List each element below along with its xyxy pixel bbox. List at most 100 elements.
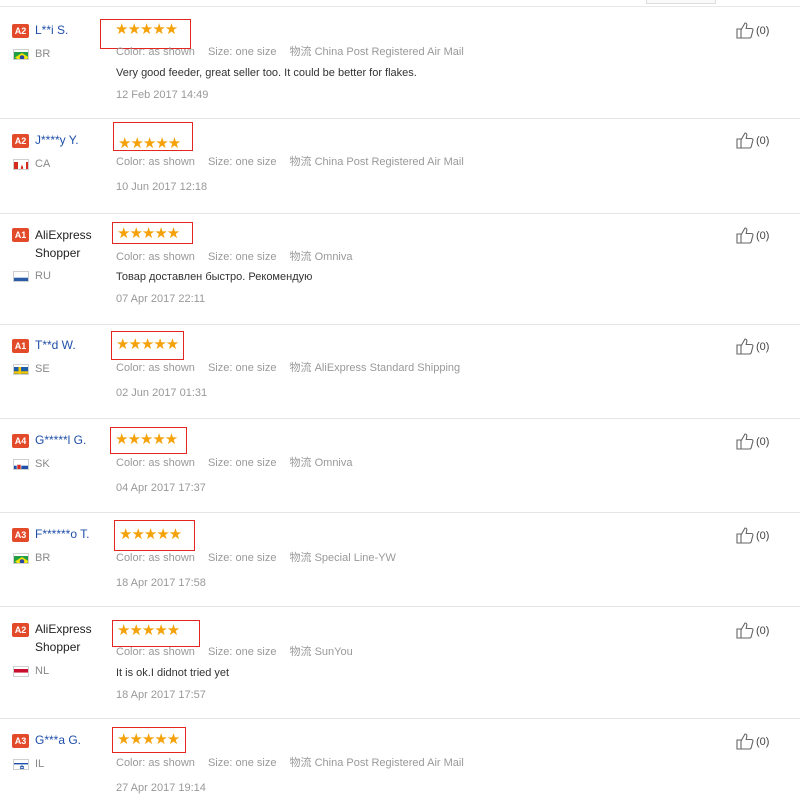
review-attributes: Color: as shown Size: one size 物流 AliExp… xyxy=(116,359,470,375)
color-value: as shown xyxy=(148,757,195,769)
helpful-count: (0) xyxy=(756,134,770,147)
color-label: Color: xyxy=(116,46,146,58)
buyer-name: AliExpress Shopper xyxy=(35,622,92,654)
size-label: Size: xyxy=(207,457,233,469)
buyer-name-link[interactable]: L**i S. xyxy=(35,21,107,39)
review-attributes: Color: as shown Size: one size 物流 Omniva xyxy=(116,248,363,264)
logistics-label: 物流 xyxy=(289,552,312,564)
size-label: Size: xyxy=(207,362,233,374)
buyer-name-link[interactable]: T**d W. xyxy=(35,336,107,354)
star-rating: ★★★★★ xyxy=(118,134,181,152)
logistics-label: 物流 xyxy=(289,646,312,658)
rating-highlight-box: ★★★★★ xyxy=(114,520,195,551)
logistics-value: Omniva xyxy=(314,457,353,469)
flag-il-icon xyxy=(13,759,29,770)
thumbs-up-icon xyxy=(736,622,754,639)
buyer-name-link[interactable]: J****y Y. xyxy=(35,131,107,149)
logistics-value: Special Line-YW xyxy=(314,552,396,564)
color-value: as shown xyxy=(148,552,195,564)
size-label: Size: xyxy=(207,757,233,769)
flag-br-icon xyxy=(13,553,29,564)
size-value: one size xyxy=(235,156,277,168)
flag-se-icon xyxy=(13,364,29,375)
color-label: Color: xyxy=(116,156,146,168)
review-attributes: Color: as shown Size: one size 物流 China … xyxy=(116,43,474,59)
top-tab-edge xyxy=(646,0,716,4)
star-rating: ★★★★★ xyxy=(116,335,179,353)
helpful-button[interactable]: (0) xyxy=(736,527,769,544)
buyer-level-badge: A1 xyxy=(12,339,29,353)
buyer-country: RU xyxy=(35,270,51,282)
buyer-name: AliExpress Shopper xyxy=(35,228,92,260)
review-comment: Very good feeder, great seller too. It c… xyxy=(116,67,417,79)
buyer-level-badge: A2 xyxy=(12,134,29,148)
review-date: 12 Feb 2017 14:49 xyxy=(116,89,209,101)
helpful-button[interactable]: (0) xyxy=(736,132,769,149)
helpful-button[interactable]: (0) xyxy=(736,338,769,355)
size-label: Size: xyxy=(207,156,233,168)
helpful-button[interactable]: (0) xyxy=(736,733,769,750)
buyer-country: BR xyxy=(35,552,51,564)
star-rating: ★★★★★ xyxy=(115,20,178,38)
review-item: A1 T**d W. SE ★★★★★ Color: as shown Size… xyxy=(0,324,800,419)
logistics-value: SunYou xyxy=(314,646,353,658)
buyer-name-link[interactable]: G***a G. xyxy=(35,731,107,749)
logistics-label: 物流 xyxy=(289,457,312,469)
review-attributes: Color: as shown Size: one size 物流 Omniva xyxy=(116,454,363,470)
star-rating: ★★★★★ xyxy=(119,525,182,543)
helpful-button[interactable]: (0) xyxy=(736,622,769,639)
helpful-button[interactable]: (0) xyxy=(736,22,769,39)
review-item: A4 G*****l G. SK ★★★★★ Color: as shown S… xyxy=(0,418,800,513)
helpful-button[interactable]: (0) xyxy=(736,227,769,244)
thumbs-up-icon xyxy=(736,132,754,149)
size-label: Size: xyxy=(207,646,233,658)
buyer-level-badge: A1 xyxy=(12,228,29,242)
buyer-country: BR xyxy=(35,48,51,60)
logistics-value: China Post Registered Air Mail xyxy=(314,46,464,58)
color-value: as shown xyxy=(148,156,195,168)
flag-sk-icon xyxy=(13,459,29,470)
buyer-country: IL xyxy=(35,758,45,770)
buyer-level-badge: A2 xyxy=(12,623,29,637)
buyer-level-badge: A2 xyxy=(12,24,29,38)
color-value: as shown xyxy=(148,46,195,58)
logistics-label: 物流 xyxy=(289,46,312,58)
top-divider xyxy=(0,6,800,7)
size-label: Size: xyxy=(207,552,233,564)
helpful-button[interactable]: (0) xyxy=(736,433,769,450)
thumbs-up-icon xyxy=(736,338,754,355)
flag-nl-icon xyxy=(13,666,29,677)
review-attributes: Color: as shown Size: one size 物流 China … xyxy=(116,754,474,770)
size-value: one size xyxy=(235,251,277,263)
buyer-name-link[interactable]: G*****l G. xyxy=(35,431,107,449)
review-date: 27 Apr 2017 19:14 xyxy=(116,782,206,794)
helpful-count: (0) xyxy=(756,435,770,448)
color-label: Color: xyxy=(116,552,146,564)
size-label: Size: xyxy=(207,251,233,263)
review-item: A2 AliExpress Shopper NL ★★★★★ Color: as… xyxy=(0,606,800,719)
color-value: as shown xyxy=(148,457,195,469)
review-date: 04 Apr 2017 17:37 xyxy=(116,482,206,494)
size-value: one size xyxy=(235,552,277,564)
logistics-value: AliExpress Standard Shipping xyxy=(314,362,461,374)
flag-ca-icon xyxy=(13,159,29,170)
size-value: one size xyxy=(235,362,277,374)
review-item: A2 J****y Y. CA ★★★★★ Color: as shown Si… xyxy=(0,118,800,214)
color-value: as shown xyxy=(148,362,195,374)
color-label: Color: xyxy=(116,457,146,469)
logistics-value: China Post Registered Air Mail xyxy=(314,156,464,168)
thumbs-up-icon xyxy=(736,733,754,750)
review-attributes: Color: as shown Size: one size 物流 China … xyxy=(116,153,474,169)
helpful-count: (0) xyxy=(756,529,770,542)
review-date: 10 Jun 2017 12:18 xyxy=(116,181,208,193)
review-comment: It is ok.I didnot tried yet xyxy=(116,667,230,679)
size-label: Size: xyxy=(207,46,233,58)
color-label: Color: xyxy=(116,251,146,263)
review-date: 02 Jun 2017 01:31 xyxy=(116,387,208,399)
star-rating: ★★★★★ xyxy=(117,621,180,639)
star-rating: ★★★★★ xyxy=(117,224,180,242)
buyer-name-link[interactable]: F******o T. xyxy=(35,525,107,543)
color-label: Color: xyxy=(116,362,146,374)
logistics-label: 物流 xyxy=(289,251,312,263)
helpful-count: (0) xyxy=(756,229,770,242)
